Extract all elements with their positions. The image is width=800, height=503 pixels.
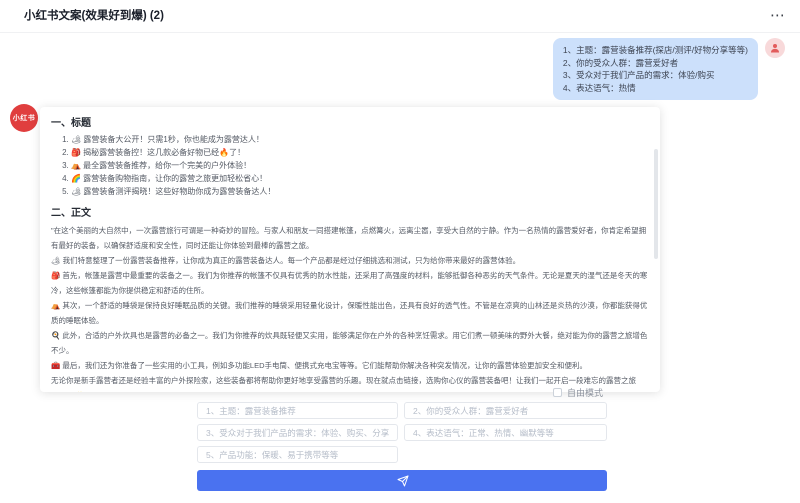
body-paragraph: ⛺ 其次，一个舒适的睡袋是保持良好睡眠品质的关键。我们推荐的睡袋采用轻量化设计，… bbox=[51, 298, 648, 328]
person-icon bbox=[769, 42, 781, 54]
header-bar: 小红书文案(效果好到爆) (2) ⋯ bbox=[0, 0, 800, 33]
more-menu-icon[interactable]: ⋯ bbox=[770, 1, 786, 31]
tone-input[interactable] bbox=[404, 424, 607, 441]
body-paragraph: "在这个美丽的大自然中，一次露营旅行可谓是一种奇妙的冒险。与家人和朋友一同搭建帐… bbox=[51, 223, 648, 253]
body-paragraph: 🏕 我们特意整理了一份露营装备推荐，让你成为真正的露营装备达人。每一个产品都是经… bbox=[51, 253, 648, 268]
section-title-headline: 一、标题 bbox=[51, 114, 648, 129]
assistant-message-card: 一、标题 🏕 露营装备大公开！只需1秒，你也能成为露营达人！ 🎒 揭秘露营装备控… bbox=[40, 107, 660, 392]
title-suggestion-item: 🏕 露营装备测评揭晓！这些好物助你成为露营装备达人！ bbox=[71, 185, 648, 198]
user-avatar bbox=[765, 38, 785, 58]
body-paragraph: 🍳 此外，合适的户外炊具也是露营的必备之一。我们为你推荐的炊具既轻便又实用，能够… bbox=[51, 328, 648, 358]
free-mode-label: 自由模式 bbox=[567, 386, 603, 399]
assistant-avatar-xiaohongshu-logo: 小红书 bbox=[10, 104, 38, 132]
app-window: 小红书文案(效果好到爆) (2) ⋯ 1、主题：露营装备推荐(探店/测评/好物分… bbox=[0, 0, 800, 503]
audience-input[interactable] bbox=[404, 402, 607, 419]
user-message-line: 3、受众对于我们产品的需求：体验/购买 bbox=[563, 69, 748, 82]
user-message-line: 1、主题：露营装备推荐(探店/测评/好物分享等等) bbox=[563, 44, 748, 57]
prompt-inputs-grid bbox=[197, 402, 607, 463]
topic-input[interactable] bbox=[197, 402, 398, 419]
user-message-line: 4、表达语气：热情 bbox=[563, 82, 748, 95]
title-suggestions-list: 🏕 露营装备大公开！只需1秒，你也能成为露营达人！ 🎒 揭秘露营装备控！这几款必… bbox=[51, 133, 648, 198]
audience-need-input[interactable] bbox=[197, 424, 398, 441]
body-paragraph: 🎒 首先，帐篷是露营中最重要的装备之一。我们为你推荐的帐篷不仅具有优秀的防水性能… bbox=[51, 268, 648, 298]
body-paragraph: 🧰 最后，我们还为你准备了一些实用的小工具，例如多功能LED手电筒、便携式充电宝… bbox=[51, 358, 648, 373]
user-message-bubble: 1、主题：露营装备推荐(探店/测评/好物分享等等) 2、你的受众人群：露营爱好者… bbox=[553, 38, 758, 100]
user-message-line: 2、你的受众人群：露营爱好者 bbox=[563, 57, 748, 70]
product-feature-input[interactable] bbox=[197, 446, 398, 463]
card-scrollbar[interactable] bbox=[654, 149, 658, 259]
page-title: 小红书文案(效果好到爆) (2) bbox=[24, 0, 164, 33]
title-suggestion-item: 🎒 揭秘露营装备控！这几款必备好物已经🔥了！ bbox=[71, 146, 648, 159]
paper-plane-icon bbox=[397, 475, 409, 487]
prompt-form: 自由模式 bbox=[197, 386, 607, 491]
title-suggestion-item: 🌈 露营装备购物指南，让你的露营之旅更加轻松省心！ bbox=[71, 172, 648, 185]
send-button[interactable] bbox=[197, 470, 607, 491]
title-suggestion-item: 🏕 露营装备大公开！只需1秒，你也能成为露营达人！ bbox=[71, 133, 648, 146]
free-mode-row: 自由模式 bbox=[197, 386, 607, 398]
section-title-body: 二、正文 bbox=[51, 204, 648, 219]
title-suggestion-item: ⛺ 最全露营装备推荐，给你一个完美的户外体验！ bbox=[71, 159, 648, 172]
free-mode-checkbox[interactable] bbox=[553, 388, 562, 397]
user-message-row: 1、主题：露营装备推荐(探店/测评/好物分享等等) 2、你的受众人群：露营爱好者… bbox=[553, 38, 785, 100]
